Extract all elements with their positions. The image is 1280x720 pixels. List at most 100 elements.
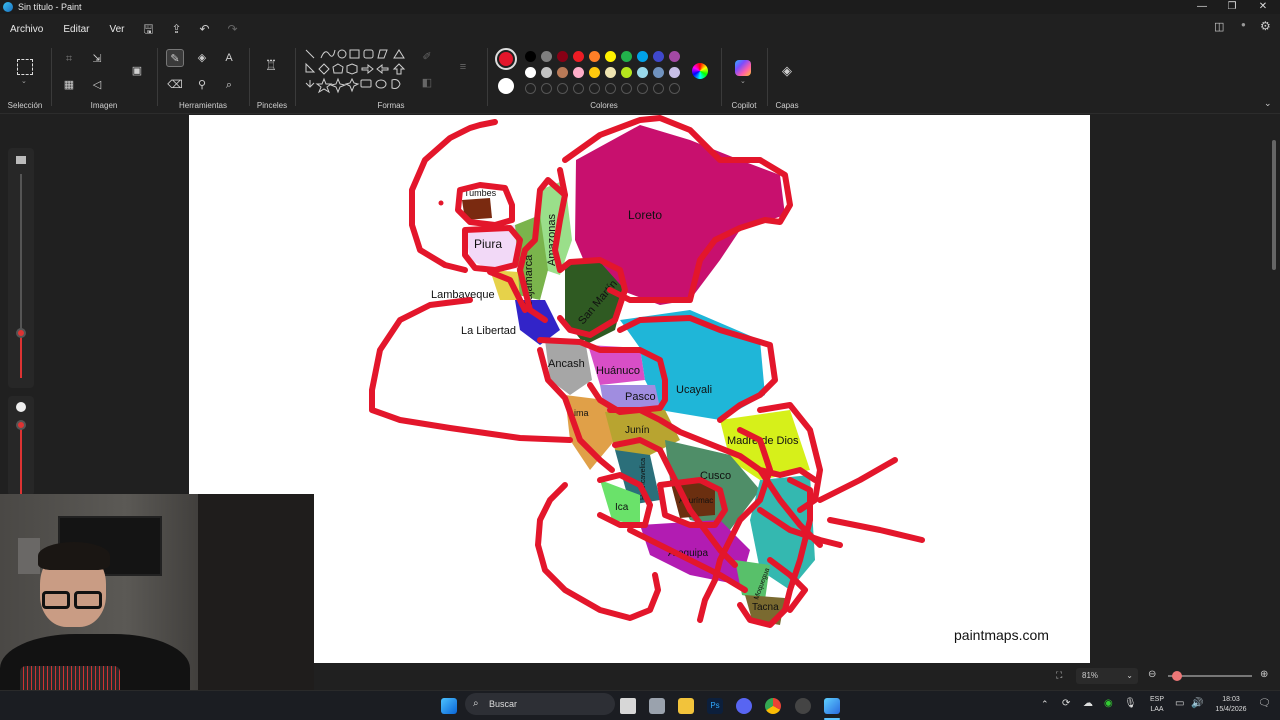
paint-taskbar-icon[interactable]: [824, 698, 840, 714]
zoom-in-icon[interactable]: ⊕: [1260, 669, 1268, 680]
custom-color-slot[interactable]: [557, 83, 568, 94]
account-icon[interactable]: ●: [1241, 20, 1246, 29]
palette-swatch[interactable]: [653, 51, 664, 62]
opacity-icon: [16, 402, 26, 412]
custom-color-slot[interactable]: [541, 83, 552, 94]
custom-color-slot[interactable]: [589, 83, 600, 94]
palette-swatch[interactable]: [669, 67, 680, 78]
pencil-icon[interactable]: ✎: [166, 49, 184, 67]
eraser-icon[interactable]: ⌫: [166, 76, 184, 94]
shape-fill-icon[interactable]: ◧: [418, 74, 436, 92]
group-label-herramientas: Herramientas: [178, 101, 227, 110]
selection-rectangle-icon[interactable]: [17, 59, 33, 75]
shape-outline-icon[interactable]: ✐: [418, 48, 436, 66]
obs-icon[interactable]: [795, 698, 811, 714]
tray-app-icon-2[interactable]: ◉: [1104, 698, 1113, 709]
palette-swatch[interactable]: [605, 67, 616, 78]
layers-icon[interactable]: ◈: [778, 62, 796, 80]
flip-icon[interactable]: ◁: [88, 76, 106, 94]
palette-swatch[interactable]: [541, 67, 552, 78]
custom-color-slot[interactable]: [525, 83, 536, 94]
palette-swatch[interactable]: [653, 67, 664, 78]
secondary-color-swatch[interactable]: [498, 78, 514, 94]
custom-color-slot[interactable]: [669, 83, 680, 94]
volume-icon[interactable]: 🔊: [1191, 698, 1203, 709]
custom-color-slot[interactable]: [637, 83, 648, 94]
restore-icon[interactable]: ❐: [1217, 0, 1247, 14]
palette-swatch[interactable]: [589, 51, 600, 62]
menu-archivo[interactable]: Archivo: [0, 24, 53, 35]
custom-color-slot[interactable]: [621, 83, 632, 94]
color-picker-icon[interactable]: ⚲: [193, 76, 211, 94]
collapse-ribbon-icon[interactable]: ⌄: [1264, 98, 1272, 109]
start-icon[interactable]: [441, 698, 457, 714]
notification-center-icon[interactable]: 🗨: [1258, 698, 1271, 709]
palette-swatch[interactable]: [669, 51, 680, 62]
chevron-down-icon[interactable]: ⌄: [740, 77, 746, 85]
taskbar-search-box[interactable]: ⌕ Buscar: [465, 693, 615, 715]
custom-color-slot[interactable]: [573, 83, 584, 94]
clock[interactable]: 18:03 15/4/2026: [1208, 695, 1254, 715]
language-bottom: LAA: [1150, 706, 1164, 713]
undo-icon[interactable]: ↶: [197, 21, 213, 37]
brush-icon[interactable]: ♖: [262, 56, 280, 74]
menu-ver[interactable]: Ver: [99, 24, 134, 35]
chevron-down-icon[interactable]: ⌄: [21, 77, 27, 85]
copilot-icon[interactable]: [735, 60, 751, 76]
file-explorer-icon[interactable]: [678, 698, 694, 714]
fit-to-window-icon[interactable]: ⛶: [1056, 670, 1062, 681]
redo-icon[interactable]: ↷: [225, 21, 241, 37]
zoom-slider-thumb[interactable]: [1172, 671, 1182, 681]
palette-swatch[interactable]: [573, 51, 584, 62]
discord-icon[interactable]: [736, 698, 752, 714]
drawing-canvas[interactable]: Loreto Piura Amazonas Cajamarca Lambayeq…: [189, 115, 1090, 663]
notifications-icon[interactable]: ◫: [1214, 20, 1224, 33]
palette-swatch[interactable]: [525, 51, 536, 62]
palette-swatch[interactable]: [605, 51, 616, 62]
zoom-dropdown[interactable]: 81% ⌄: [1076, 668, 1138, 684]
custom-color-slot[interactable]: [605, 83, 616, 94]
opacity-slider-thumb[interactable]: [16, 420, 26, 430]
minimize-icon[interactable]: —: [1187, 0, 1217, 14]
palette-swatch[interactable]: [637, 67, 648, 78]
share-icon[interactable]: ⇪: [169, 21, 185, 37]
shapes-gallery[interactable]: [304, 48, 414, 100]
menu-editar[interactable]: Editar: [53, 24, 99, 35]
fill-bucket-icon[interactable]: ◈: [193, 49, 211, 67]
app-printer-icon[interactable]: [649, 698, 665, 714]
resize-icon[interactable]: ⇲: [88, 50, 106, 68]
primary-color-swatch[interactable]: [495, 48, 517, 70]
zoom-out-icon[interactable]: ⊖: [1148, 669, 1156, 680]
magnifier-icon[interactable]: ⌕: [220, 76, 238, 94]
custom-color-slot[interactable]: [653, 83, 664, 94]
palette-swatch[interactable]: [541, 51, 552, 62]
language-indicator[interactable]: ESP LAA: [1146, 695, 1168, 715]
task-view-icon[interactable]: [620, 698, 636, 714]
remove-background-icon[interactable]: ▦: [60, 76, 78, 94]
palette-swatch[interactable]: [557, 67, 568, 78]
settings-gear-icon[interactable]: ⚙: [1260, 19, 1271, 33]
network-icon[interactable]: ▭: [1175, 698, 1184, 709]
palette-swatch[interactable]: [573, 67, 584, 78]
tray-chevron-up-icon[interactable]: ⌃: [1041, 699, 1049, 710]
palette-swatch[interactable]: [557, 51, 568, 62]
save-icon[interactable]: 🖫: [141, 21, 157, 37]
palette-swatch[interactable]: [621, 67, 632, 78]
palette-swatch[interactable]: [621, 51, 632, 62]
edit-colors-icon[interactable]: [692, 63, 708, 79]
size-slider-thumb[interactable]: [16, 328, 26, 338]
shape-size-icon[interactable]: ≡: [454, 58, 472, 76]
tray-cloud-icon[interactable]: ☁: [1083, 698, 1093, 709]
palette-swatch[interactable]: [525, 67, 536, 78]
vertical-scrollbar[interactable]: [1272, 140, 1276, 270]
tray-app-icon-1[interactable]: ⟳: [1062, 698, 1070, 709]
palette-swatch[interactable]: [637, 51, 648, 62]
text-tool-icon[interactable]: A: [220, 49, 238, 67]
image-background-icon[interactable]: ▣: [128, 62, 146, 80]
close-icon[interactable]: ✕: [1248, 0, 1278, 14]
chrome-icon[interactable]: [765, 698, 781, 714]
palette-swatch[interactable]: [589, 67, 600, 78]
crop-icon[interactable]: ⌗: [60, 50, 78, 68]
photoshop-icon[interactable]: Ps: [707, 698, 723, 714]
tray-microphone-icon[interactable]: 🎙: [1124, 698, 1137, 709]
